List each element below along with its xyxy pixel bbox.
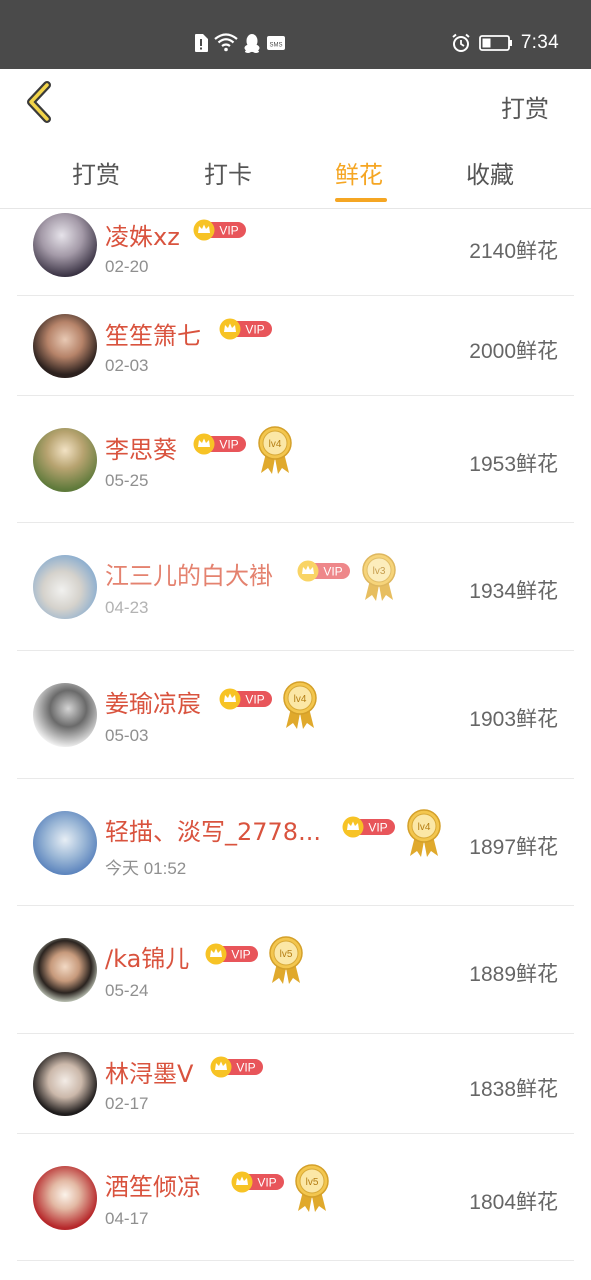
avatar: [33, 683, 97, 747]
user-name: 林浔墨V: [105, 1060, 194, 1088]
level-medal-icon: lv5: [295, 1164, 329, 1212]
flower-count: 1897鲜花: [469, 836, 558, 859]
user-name: 笙笙箫七: [105, 322, 201, 350]
user-name: 李思葵: [105, 436, 177, 464]
level-medal-icon: lv4: [283, 681, 317, 729]
user-name: 姜瑜凉宸: [105, 690, 201, 718]
level-medal-icon: lv3: [362, 553, 396, 601]
list-item[interactable]: 凌姝xz VIP 02-20 2140鲜花: [17, 209, 574, 296]
date-label: 04-17: [105, 1209, 149, 1228]
reward-action-button[interactable]: 打赏: [501, 89, 549, 124]
date-label: 05-03: [105, 726, 149, 745]
date-label: 02-03: [105, 356, 149, 375]
avatar: [33, 1166, 97, 1230]
status-icons: SMS: [193, 30, 286, 56]
vip-badge: VIP: [297, 560, 350, 582]
svg-text:lv4: lv4: [294, 694, 307, 705]
clock-time: 7:34: [520, 32, 559, 53]
alarm-icon: [451, 33, 471, 53]
vip-badge: VIP: [210, 1056, 263, 1078]
flower-count: 2140鲜花: [469, 240, 558, 263]
sim-alert-icon: [193, 33, 209, 53]
flower-count: 1804鲜花: [469, 1191, 558, 1214]
svg-text:lv4: lv4: [269, 439, 282, 450]
vip-badge: VIP: [342, 816, 395, 838]
flower-count: 2000鲜花: [469, 340, 558, 363]
date-label: 02-20: [105, 257, 149, 276]
user-name: /ka锦儿: [105, 945, 190, 973]
user-name: 江三儿的白大褂: [105, 562, 273, 590]
svg-text:SMS: SMS: [269, 43, 282, 49]
user-name: 轻描、淡写_2778...: [105, 818, 321, 846]
battery-icon: [478, 34, 513, 52]
svg-text:VIP: VIP: [323, 565, 342, 579]
vip-badge: VIP: [219, 688, 272, 710]
chevron-left-icon: [24, 81, 54, 127]
list-item[interactable]: 江三儿的白大褂 VIP lv3 04-23 1934鲜花: [17, 523, 574, 651]
list-item[interactable]: 笙笙箫七 VIP 02-03 2000鲜花: [17, 296, 574, 396]
flower-count: 1838鲜花: [469, 1078, 558, 1101]
tab-flowers[interactable]: 鲜花: [335, 155, 383, 190]
svg-text:VIP: VIP: [219, 438, 238, 452]
date-label: 05-24: [105, 981, 149, 1000]
level-medal-icon: lv5: [269, 936, 303, 984]
svg-text:VIP: VIP: [236, 1061, 255, 1075]
list-item[interactable]: 姜瑜凉宸 VIP lv4 05-03 1903鲜花: [17, 651, 574, 779]
vip-badge: VIP: [193, 433, 246, 455]
date-label: 04-23: [105, 598, 149, 617]
date-label: 05-25: [105, 471, 149, 490]
svg-text:lv5: lv5: [306, 1177, 319, 1188]
svg-text:VIP: VIP: [245, 323, 264, 337]
svg-text:lv4: lv4: [418, 822, 431, 833]
vip-badge: VIP: [231, 1171, 284, 1193]
svg-text:VIP: VIP: [368, 821, 387, 835]
wifi-icon: [214, 33, 238, 53]
back-button[interactable]: [18, 81, 60, 127]
qq-penguin-icon: [243, 33, 261, 53]
avatar: [33, 555, 97, 619]
avatar: [33, 1052, 97, 1116]
svg-text:VIP: VIP: [257, 1176, 276, 1190]
flower-count: 1903鲜花: [469, 708, 558, 731]
user-name: 凌姝xz: [105, 223, 180, 251]
svg-text:VIP: VIP: [219, 224, 238, 238]
svg-text:VIP: VIP: [245, 693, 264, 707]
tab-reward[interactable]: 打赏: [72, 155, 120, 190]
list-item[interactable]: /ka锦儿 VIP lv5 05-24 1889鲜花: [17, 906, 574, 1034]
level-medal-icon: lv4: [407, 809, 441, 857]
vip-badge: VIP: [219, 318, 272, 340]
list-item[interactable]: 林浔墨V VIP 02-17 1838鲜花: [17, 1034, 574, 1134]
svg-text:lv5: lv5: [280, 949, 293, 960]
date-label: 02-17: [105, 1094, 149, 1113]
sms-icon: SMS: [266, 34, 286, 52]
user-name: 酒笙倾凉: [105, 1173, 201, 1201]
avatar: [33, 213, 97, 277]
svg-text:lv3: lv3: [373, 566, 386, 577]
top-nav-bar: 打赏: [0, 69, 591, 141]
list-item[interactable]: 李思葵 VIP lv4 05-25 1953鲜花: [17, 396, 574, 523]
flower-count: 1934鲜花: [469, 580, 558, 603]
tab-favorites[interactable]: 收藏: [466, 155, 514, 190]
flower-count: 1889鲜花: [469, 963, 558, 986]
tab-checkin[interactable]: 打卡: [204, 155, 252, 190]
status-right: 7:34: [451, 28, 559, 58]
flower-count: 1953鲜花: [469, 453, 558, 476]
vip-badge: VIP: [205, 943, 258, 965]
list-item[interactable]: 酒笙倾凉 VIP lv5 04-17 1804鲜花: [17, 1134, 574, 1261]
avatar: [33, 938, 97, 1002]
tab-bar: 打赏 打卡 鲜花 收藏: [0, 141, 591, 209]
flower-ranking-list: 凌姝xz VIP 02-20 2140鲜花 笙笙箫七 VIP 02-03 200…: [0, 209, 591, 1261]
level-medal-icon: lv4: [258, 426, 292, 474]
list-item[interactable]: 轻描、淡写_2778... VIP lv4 今天 01:52 1897鲜花: [17, 779, 574, 906]
date-label: 今天 01:52: [105, 859, 187, 878]
vip-badge: VIP: [193, 219, 246, 241]
avatar: [33, 428, 97, 492]
avatar: [33, 811, 97, 875]
active-tab-indicator: [335, 198, 387, 202]
avatar: [33, 314, 97, 378]
svg-text:VIP: VIP: [231, 948, 250, 962]
status-bar: SMS 7:34: [0, 0, 591, 69]
